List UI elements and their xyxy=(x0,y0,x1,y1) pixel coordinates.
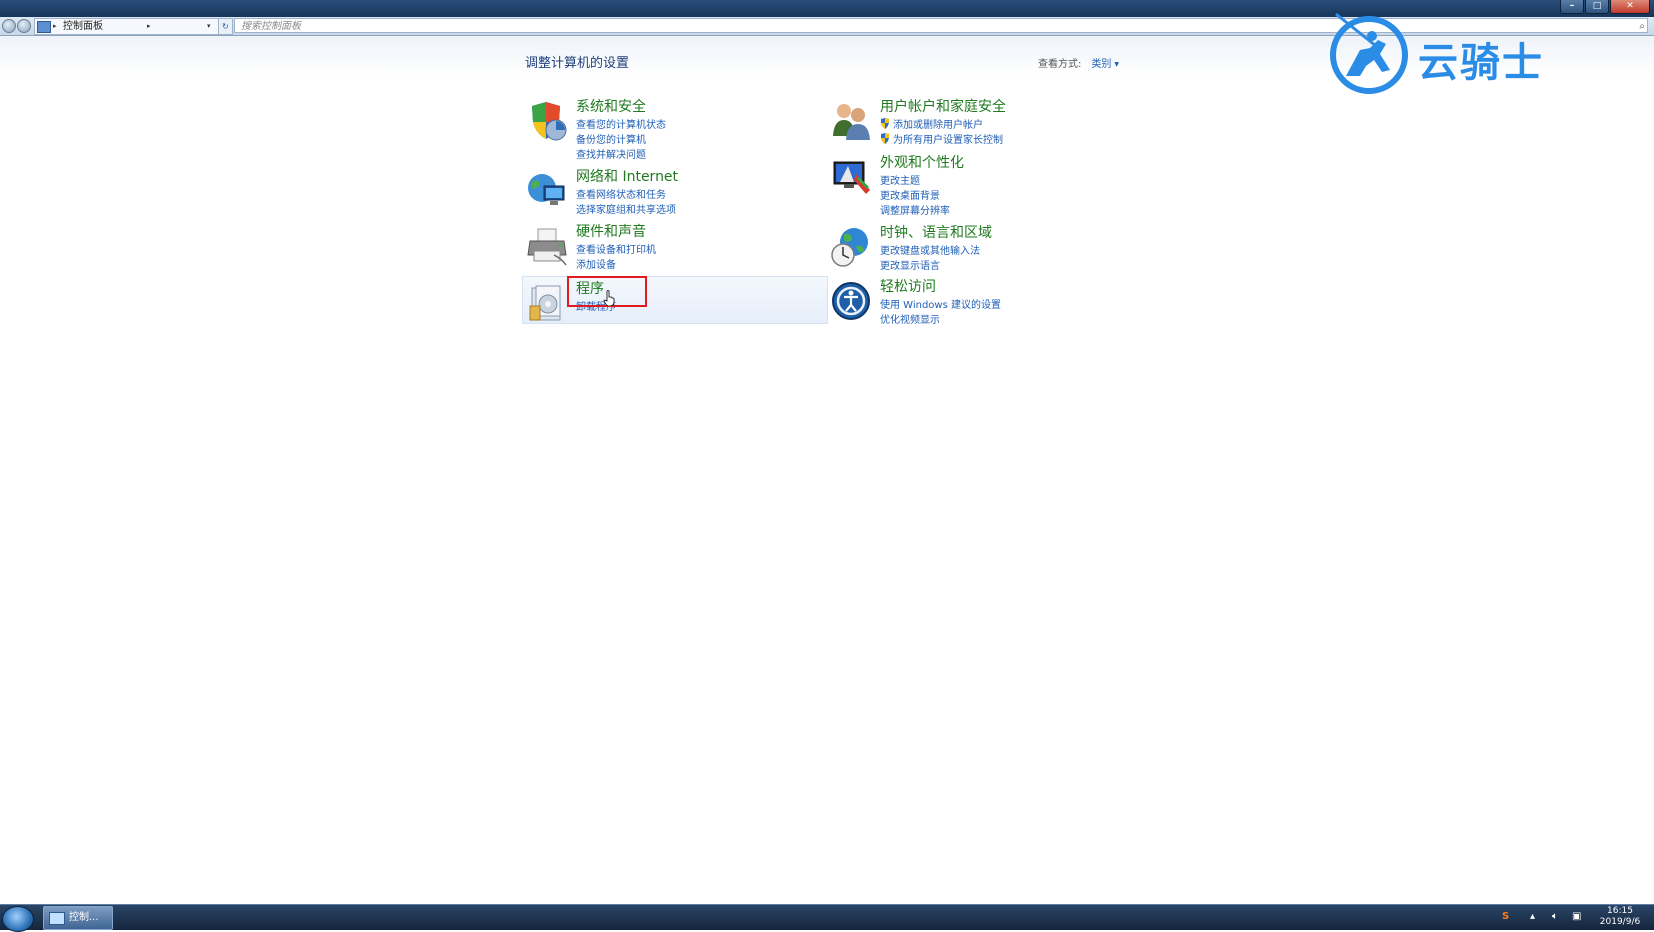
control-panel-icon xyxy=(49,912,65,925)
category-link[interactable]: 使用 Windows 建议的设置 xyxy=(880,296,1001,311)
category-link[interactable]: 查看设备和打印机 xyxy=(576,241,656,256)
category-title[interactable]: 网络和 Internet xyxy=(576,166,678,186)
category-hardware-sound[interactable]: 硬件和声音 查看设备和打印机 添加设备 xyxy=(524,221,824,277)
category-link[interactable]: 更改键盘或其他输入法 xyxy=(880,242,980,257)
category-link[interactable]: 查看您的计算机状态 xyxy=(576,116,666,131)
volume-icon[interactable]: 🔈︎ xyxy=(1552,911,1558,922)
printer-icon xyxy=(527,228,567,266)
clock[interactable]: 16:15 2019/9/6 xyxy=(1590,906,1650,928)
chevron-right-icon[interactable]: ▸ xyxy=(147,19,151,34)
category-link[interactable]: 查看网络状态和任务 xyxy=(576,186,666,201)
chevron-up-icon[interactable]: ▴ xyxy=(1530,911,1535,922)
back-button[interactable] xyxy=(2,19,16,33)
category-ease-of-access[interactable]: 轻松访问 使用 Windows 建议的设置 优化视频显示 xyxy=(828,276,1128,332)
clock-date: 2019/9/6 xyxy=(1599,917,1641,927)
category-link[interactable]: 添加或删除用户帐户 xyxy=(880,116,983,131)
search-placeholder: 搜索控制面板 xyxy=(241,21,301,32)
view-by: 查看方式: 类别 ▼ xyxy=(1038,55,1119,70)
category-link[interactable]: 更改显示语言 xyxy=(880,257,940,272)
hand-cursor-icon xyxy=(603,290,615,306)
uac-shield-icon xyxy=(881,133,889,144)
category-title[interactable]: 外观和个性化 xyxy=(880,152,964,172)
view-by-dropdown[interactable]: 类别 xyxy=(1091,59,1111,70)
accessibility-icon xyxy=(832,282,870,320)
page-title: 调整计算机的设置 xyxy=(525,56,630,71)
category-title[interactable]: 系统和安全 xyxy=(576,96,646,116)
taskbar: 控制... S ▴ 🔈︎ ▣ 16:15 2019/9/6 xyxy=(0,904,1654,932)
shield-icon xyxy=(532,102,567,141)
category-link[interactable]: 选择家庭组和共享选项 xyxy=(576,201,676,216)
category-network[interactable]: 网络和 Internet 查看网络状态和任务 选择家庭组和共享选项 xyxy=(524,166,824,222)
category-appearance[interactable]: 外观和个性化 更改主题 更改桌面背景 调整屏幕分辨率 xyxy=(828,152,1128,217)
knight-logo-icon xyxy=(1330,12,1408,94)
breadcrumb-control-panel[interactable]: 控制面板 xyxy=(63,19,103,34)
control-panel-content: 调整计算机的设置 查看方式: 类别 ▼ 系统和安全 查看您的计算机状态 备份您的计算… xyxy=(0,36,1654,904)
network-icon xyxy=(528,174,565,205)
input-method-icon[interactable]: S xyxy=(1502,911,1509,922)
chevron-right-icon[interactable]: ▸ xyxy=(53,19,57,34)
programs-icon xyxy=(529,285,561,321)
forward-button[interactable] xyxy=(17,19,31,33)
users-icon xyxy=(833,104,870,140)
category-link[interactable]: 为所有用户设置家长控制 xyxy=(880,131,1003,146)
search-icon[interactable]: ⌕ xyxy=(1639,19,1645,34)
category-link[interactable]: 更改桌面背景 xyxy=(880,187,940,202)
breadcrumb[interactable]: ▸ 控制面板 ▸ ▾ xyxy=(34,18,220,35)
category-clock-language-region[interactable]: 时钟、语言和区域 更改键盘或其他输入法 更改显示语言 xyxy=(828,222,1128,278)
category-title[interactable]: 硬件和声音 xyxy=(576,221,646,241)
category-link[interactable]: 优化视频显示 xyxy=(880,311,940,326)
watermark-text: 云骑士 xyxy=(1418,39,1544,86)
category-system-security[interactable]: 系统和安全 查看您的计算机状态 备份您的计算机 查找并解决问题 xyxy=(524,96,824,161)
globe-clock-icon xyxy=(831,228,868,267)
control-panel-icon xyxy=(37,21,51,33)
watermark-logo: 云骑士 xyxy=(1326,10,1626,100)
category-link[interactable]: 查找并解决问题 xyxy=(576,146,646,161)
category-user-accounts[interactable]: 用户帐户和家庭安全 添加或删除用户帐户 为所有用户设置家长控制 xyxy=(828,96,1128,152)
chevron-down-icon[interactable]: ▼ xyxy=(1114,61,1119,68)
start-button[interactable] xyxy=(2,906,34,932)
uac-shield-icon xyxy=(881,118,889,129)
refresh-button[interactable]: ↻ xyxy=(218,18,233,35)
category-title[interactable]: 时钟、语言和区域 xyxy=(880,222,992,242)
category-link[interactable]: 更改主题 xyxy=(880,172,920,187)
category-link-text[interactable]: 添加或删除用户帐户 xyxy=(893,120,983,131)
category-title[interactable]: 轻松访问 xyxy=(880,276,936,296)
category-link-text[interactable]: 为所有用户设置家长控制 xyxy=(893,135,1003,146)
category-title[interactable]: 用户帐户和家庭安全 xyxy=(880,96,1006,116)
category-link[interactable]: 调整屏幕分辨率 xyxy=(880,202,950,217)
network-tray-icon[interactable]: ▣ xyxy=(1572,911,1581,922)
clock-time: 16:15 xyxy=(1607,906,1633,916)
monitor-icon xyxy=(833,161,870,194)
category-link[interactable]: 备份您的计算机 xyxy=(576,131,646,146)
chevron-down-icon[interactable]: ▾ xyxy=(207,19,211,34)
taskbar-item-label: 控制... xyxy=(69,912,99,923)
view-by-label: 查看方式: xyxy=(1038,59,1082,70)
taskbar-control-panel-button[interactable]: 控制... xyxy=(43,906,113,930)
category-link[interactable]: 添加设备 xyxy=(576,256,616,271)
